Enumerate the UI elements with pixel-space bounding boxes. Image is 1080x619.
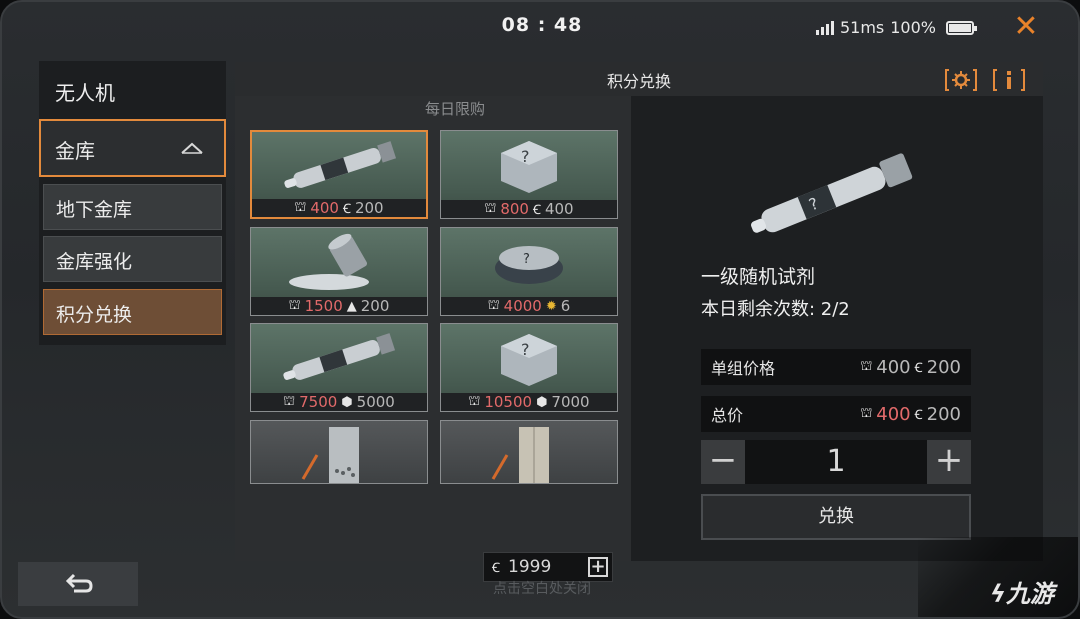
syringe-icon: [283, 333, 396, 380]
watermark-logo-icon: ϟ: [990, 580, 1006, 608]
sidebar-group-label: 金库: [55, 139, 95, 163]
status-indicators: 51ms 100%: [815, 18, 977, 37]
daily-limit-label: 每日限购: [424, 100, 485, 118]
price-bar: ⛫ 1500 ▲ 200: [251, 297, 427, 315]
info-icon[interactable]: [991, 67, 1027, 93]
chevron-up-icon: [181, 142, 203, 154]
points-icon: ⛫: [283, 393, 296, 409]
total-price-row: 总价 ⛫ 400 Ꞓ 200: [701, 396, 971, 432]
g-coin-icon: Ꞓ: [914, 408, 923, 423]
close-icon[interactable]: ✕: [1010, 12, 1042, 44]
item-alt-cost: 200: [360, 297, 390, 315]
item-alt-cost: 400: [544, 200, 574, 218]
item-cost: 4000: [503, 297, 542, 315]
sun-icon: ✹: [545, 298, 557, 314]
total-alt: 200: [926, 403, 961, 425]
spilled-canister-icon: [289, 233, 369, 290]
item-card[interactable]: ⛫ 7500 ⬢ 5000: [250, 323, 428, 412]
exchange-button[interactable]: 兑换: [701, 494, 971, 540]
price-bar: ⛫ 10500 ⬢ 7000: [441, 393, 617, 411]
sidebar-item-points-exchange[interactable]: 积分兑换: [43, 289, 222, 335]
item-card[interactable]: [250, 420, 428, 484]
unit-price-label: 单组价格: [711, 359, 776, 378]
points-icon: ⛫: [294, 199, 307, 215]
increase-button[interactable]: +: [927, 440, 971, 484]
total-cost: 400: [876, 403, 911, 425]
signal-icon: [815, 20, 834, 35]
total-label: 总价: [711, 406, 744, 425]
g-coin-icon: Ꞓ: [492, 561, 500, 576]
price-bar: ⛫ 4000 ✹ 6: [441, 297, 617, 315]
syringe-icon: [284, 141, 397, 188]
card-pen-icon: [301, 427, 359, 483]
add-currency-button[interactable]: +: [588, 557, 608, 577]
quantity-stepper: − 1 +: [701, 440, 971, 484]
game-window: 08 : 48 51ms 100% ✕ 无人机 金库 地下金库 金库强化 积分兑…: [0, 0, 1080, 619]
svg-text:?: ?: [521, 147, 530, 166]
unit-price-alt: 200: [926, 356, 961, 378]
mystery-disc-icon: ?: [495, 246, 563, 284]
item-card[interactable]: ⛫ 1500 ▲ 200: [250, 227, 428, 316]
currency-value: 1999: [508, 557, 552, 577]
panel-title: 积分兑换: [606, 72, 671, 91]
item-list-area: 每日限购 ⛫ 400 Ꞓ 200 ? ⛫ 800 Ꞓ 400 ⛫ 1500 ▲ …: [235, 96, 631, 582]
exchange-panel: 积分兑换 每日限购 ⛫ 400 Ꞓ 200 ? ⛫ 800 Ꞓ 400 ⛫ 15…: [235, 62, 1043, 582]
cube-icon: ⬢: [341, 394, 353, 410]
mystery-box-icon: ?: [501, 141, 557, 193]
points-icon: ⛫: [468, 393, 481, 409]
battery-text: 100%: [890, 18, 936, 37]
item-alt-cost: 5000: [356, 393, 395, 411]
mystery-box-icon: ?: [501, 334, 557, 386]
g-coin-icon: Ꞓ: [342, 202, 351, 217]
item-card[interactable]: ? ⛫ 4000 ✹ 6: [440, 227, 618, 316]
points-icon: ⛫: [487, 297, 500, 313]
item-cost: 1500: [304, 297, 343, 315]
item-alt-cost: 200: [354, 199, 384, 217]
unit-price-row: 单组价格 ⛫ 400 Ꞓ 200: [701, 349, 971, 385]
points-icon: ⛫: [288, 297, 301, 313]
item-card[interactable]: ? ⛫ 800 Ꞓ 400: [440, 130, 618, 219]
g-coin-icon: Ꞓ: [914, 361, 923, 376]
item-alt-cost: 6: [560, 297, 571, 315]
item-alt-cost: 7000: [551, 393, 590, 411]
unit-price-cost: 400: [876, 356, 911, 378]
item-cost: 800: [500, 200, 529, 218]
item-card[interactable]: ? ⛫ 10500 ⬢ 7000: [440, 323, 618, 412]
ping-text: 51ms: [839, 18, 885, 37]
decrease-button[interactable]: −: [701, 440, 745, 484]
cube-icon: ⬢: [536, 394, 548, 410]
remaining-count: 本日剩余次数: 2/2: [701, 299, 850, 320]
points-icon: ⛫: [484, 200, 497, 216]
ore-icon: ▲: [346, 298, 357, 314]
points-icon: ⛫: [860, 358, 873, 374]
watermark-logo: ϟ九游: [990, 580, 1054, 608]
price-bar: ⛫ 7500 ⬢ 5000: [251, 393, 427, 411]
price-bar: ⛫ 800 Ꞓ 400: [441, 200, 617, 218]
item-card[interactable]: ⛫ 400 Ꞓ 200: [250, 130, 428, 219]
battery-icon: [946, 20, 977, 35]
item-card[interactable]: [440, 420, 618, 484]
sidebar-item-underground-vault[interactable]: 地下金库: [43, 184, 222, 230]
sidebar-item-vault-upgrade[interactable]: 金库强化: [43, 236, 222, 282]
syringe-icon: ?: [751, 153, 913, 233]
item-cost: 10500: [484, 393, 533, 411]
svg-text:?: ?: [523, 252, 530, 267]
quantity-value[interactable]: 1: [745, 440, 927, 484]
item-name: 一级随机试剂: [701, 266, 816, 288]
svg-text:?: ?: [521, 340, 530, 359]
card-pen-icon: [491, 427, 549, 483]
sidebar: 无人机 金库 地下金库 金库强化 积分兑换: [39, 61, 226, 345]
g-coin-icon: Ꞓ: [532, 203, 541, 218]
settings-icon[interactable]: [943, 67, 979, 93]
sidebar-group-vault[interactable]: 金库: [39, 119, 226, 177]
panel-title-bar: 积分兑换: [235, 62, 1043, 96]
points-icon: ⛫: [860, 405, 873, 421]
price-bar: ⛫ 400 Ꞓ 200: [252, 199, 426, 217]
item-cost: 400: [310, 199, 339, 217]
sidebar-item-drone[interactable]: 无人机: [39, 61, 226, 119]
item-cost: 7500: [299, 393, 338, 411]
